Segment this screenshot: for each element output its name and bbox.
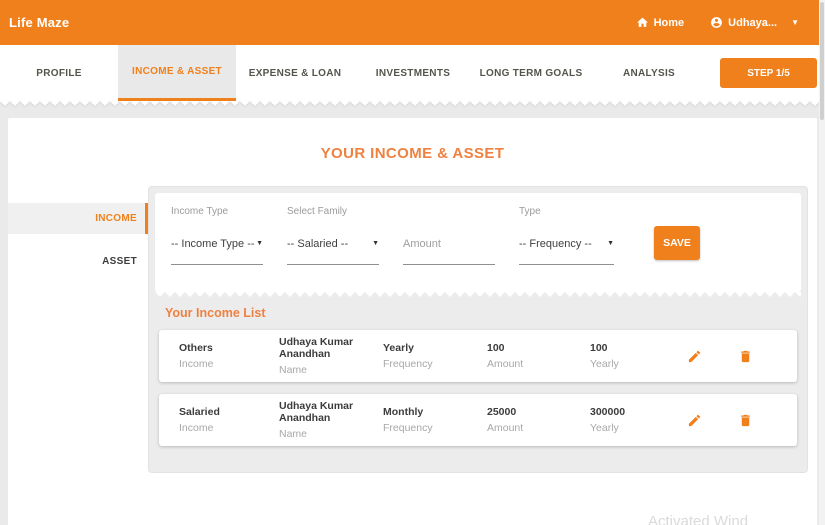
row-actions	[687, 413, 797, 428]
income-type-label: Income Type	[171, 206, 229, 217]
frequency-select[interactable]: -- Frequency -- ▼	[519, 238, 614, 265]
select-family-select[interactable]: -- Salaried -- ▼	[287, 238, 379, 265]
tab-expense-loan[interactable]: EXPENSE & LOAN	[236, 45, 354, 101]
tab-analysis[interactable]: ANALYSIS	[590, 45, 708, 101]
home-link[interactable]: Home	[636, 16, 685, 29]
income-row: Salaried Income Udhaya Kumar Anandhan Na…	[159, 394, 797, 446]
caret-down-icon: ▼	[256, 240, 263, 247]
cell-label: Name	[279, 428, 308, 440]
cell-value: 100	[487, 342, 505, 354]
income-type-select[interactable]: -- Income Type -- ▼	[171, 238, 263, 265]
amount-label	[403, 206, 495, 218]
save-wrap: SAVE	[654, 206, 700, 265]
cell-label: Frequency	[383, 422, 433, 434]
cell-value: 300000	[590, 406, 626, 418]
scrollbar-thumb[interactable]	[820, 2, 824, 120]
cell-name: Udhaya Kumar Anandhan Name	[279, 400, 383, 440]
cell-label: Yearly	[590, 358, 619, 370]
cell-label: Yearly	[590, 422, 619, 434]
cell-value: 100	[590, 342, 608, 354]
cell-value: Yearly	[383, 342, 414, 354]
cell-value: Salaried	[179, 406, 220, 418]
select-family-label: Select Family	[287, 206, 348, 217]
income-form: Income Type -- Income Type -- ▼ Select F…	[155, 193, 801, 297]
cell-label: Income	[179, 422, 214, 434]
tab-profile[interactable]: PROFILE	[0, 45, 118, 101]
cell-label: Amount	[487, 422, 524, 434]
tab-income-asset[interactable]: INCOME & ASSET	[118, 45, 236, 101]
caret-down-icon: ▼	[372, 240, 379, 247]
header-actions: Home Udhaya... ▼	[636, 16, 799, 29]
app-header: Life Maze Home Udhaya... ▼	[0, 0, 825, 45]
sidebar-item-asset[interactable]: ASSET	[8, 246, 148, 277]
field-amount	[403, 206, 495, 265]
edit-pencil-icon[interactable]	[687, 413, 702, 428]
income-type-value: -- Income Type --	[171, 238, 255, 250]
cell-label: Name	[279, 364, 308, 376]
user-label: Udhaya...	[728, 16, 778, 29]
user-menu[interactable]: Udhaya... ▼	[710, 16, 799, 29]
cell-label: Amount	[487, 358, 524, 370]
row-actions	[687, 349, 797, 364]
section-sidebar: INCOME ASSET	[8, 186, 148, 473]
amount-control	[403, 238, 495, 265]
income-row: Others Income Udhaya Kumar Anandhan Name…	[159, 330, 797, 382]
cell-value: 25000	[487, 406, 517, 418]
select-family-value: -- Salaried --	[287, 238, 349, 250]
tab-long-term-goals[interactable]: LONG TERM GOALS	[472, 45, 590, 101]
cell-value: Monthly	[383, 406, 424, 418]
caret-down-icon: ▼	[791, 18, 799, 27]
cell-income-type: Others Income	[179, 342, 279, 370]
caret-down-icon: ▼	[607, 240, 614, 247]
vertical-scrollbar[interactable]	[819, 0, 825, 525]
income-list-title: Your Income List	[165, 306, 266, 320]
main-content-card: YOUR INCOME & ASSET INCOME ASSET Income …	[8, 118, 817, 525]
cell-value: Udhaya Kumar Anandhan	[279, 336, 354, 360]
step-indicator-button[interactable]: STEP 1/5	[720, 58, 817, 88]
cell-frequency: Yearly Frequency	[383, 342, 487, 370]
content-row: INCOME ASSET Income Type -- Income Type …	[8, 186, 817, 473]
home-icon	[636, 17, 648, 27]
cell-value: Udhaya Kumar Anandhan	[279, 400, 354, 424]
cell-amount: 100 Amount	[487, 342, 590, 370]
user-circle-icon	[711, 17, 723, 28]
cell-frequency: Monthly Frequency	[383, 406, 487, 434]
amount-input[interactable]	[403, 238, 483, 250]
cell-label: Frequency	[383, 358, 433, 370]
cell-label: Income	[179, 358, 214, 370]
cell-name: Udhaya Kumar Anandhan Name	[279, 336, 383, 376]
sidebar-item-income[interactable]: INCOME	[8, 203, 148, 234]
cell-yearly: 100 Yearly	[590, 342, 678, 370]
home-label: Home	[653, 16, 685, 29]
cell-amount: 25000 Amount	[487, 406, 590, 434]
cell-value: Others	[179, 342, 213, 354]
tab-investments[interactable]: INVESTMENTS	[354, 45, 472, 101]
tab-list: PROFILE INCOME & ASSET EXPENSE & LOAN IN…	[0, 45, 708, 101]
field-income-type: Income Type -- Income Type -- ▼	[171, 206, 263, 265]
cell-income-type: Salaried Income	[179, 406, 279, 434]
delete-trash-icon[interactable]	[738, 413, 753, 428]
activation-watermark: Activated Wind	[648, 513, 749, 525]
field-select-family: Select Family -- Salaried -- ▼	[287, 206, 379, 265]
frequency-value: -- Frequency --	[519, 238, 592, 250]
nav-bar: PROFILE INCOME & ASSET EXPENSE & LOAN IN…	[0, 45, 825, 101]
type-label: Type	[519, 206, 541, 217]
save-button[interactable]: SAVE	[654, 226, 700, 260]
field-type: Type -- Frequency -- ▼	[519, 206, 614, 265]
cell-yearly: 300000 Yearly	[590, 406, 678, 434]
page-title: YOUR INCOME & ASSET	[320, 145, 505, 162]
income-panel: Income Type -- Income Type -- ▼ Select F…	[148, 186, 808, 473]
brand-logo: Life Maze	[9, 15, 70, 30]
edit-pencil-icon[interactable]	[687, 349, 702, 364]
delete-trash-icon[interactable]	[738, 349, 753, 364]
